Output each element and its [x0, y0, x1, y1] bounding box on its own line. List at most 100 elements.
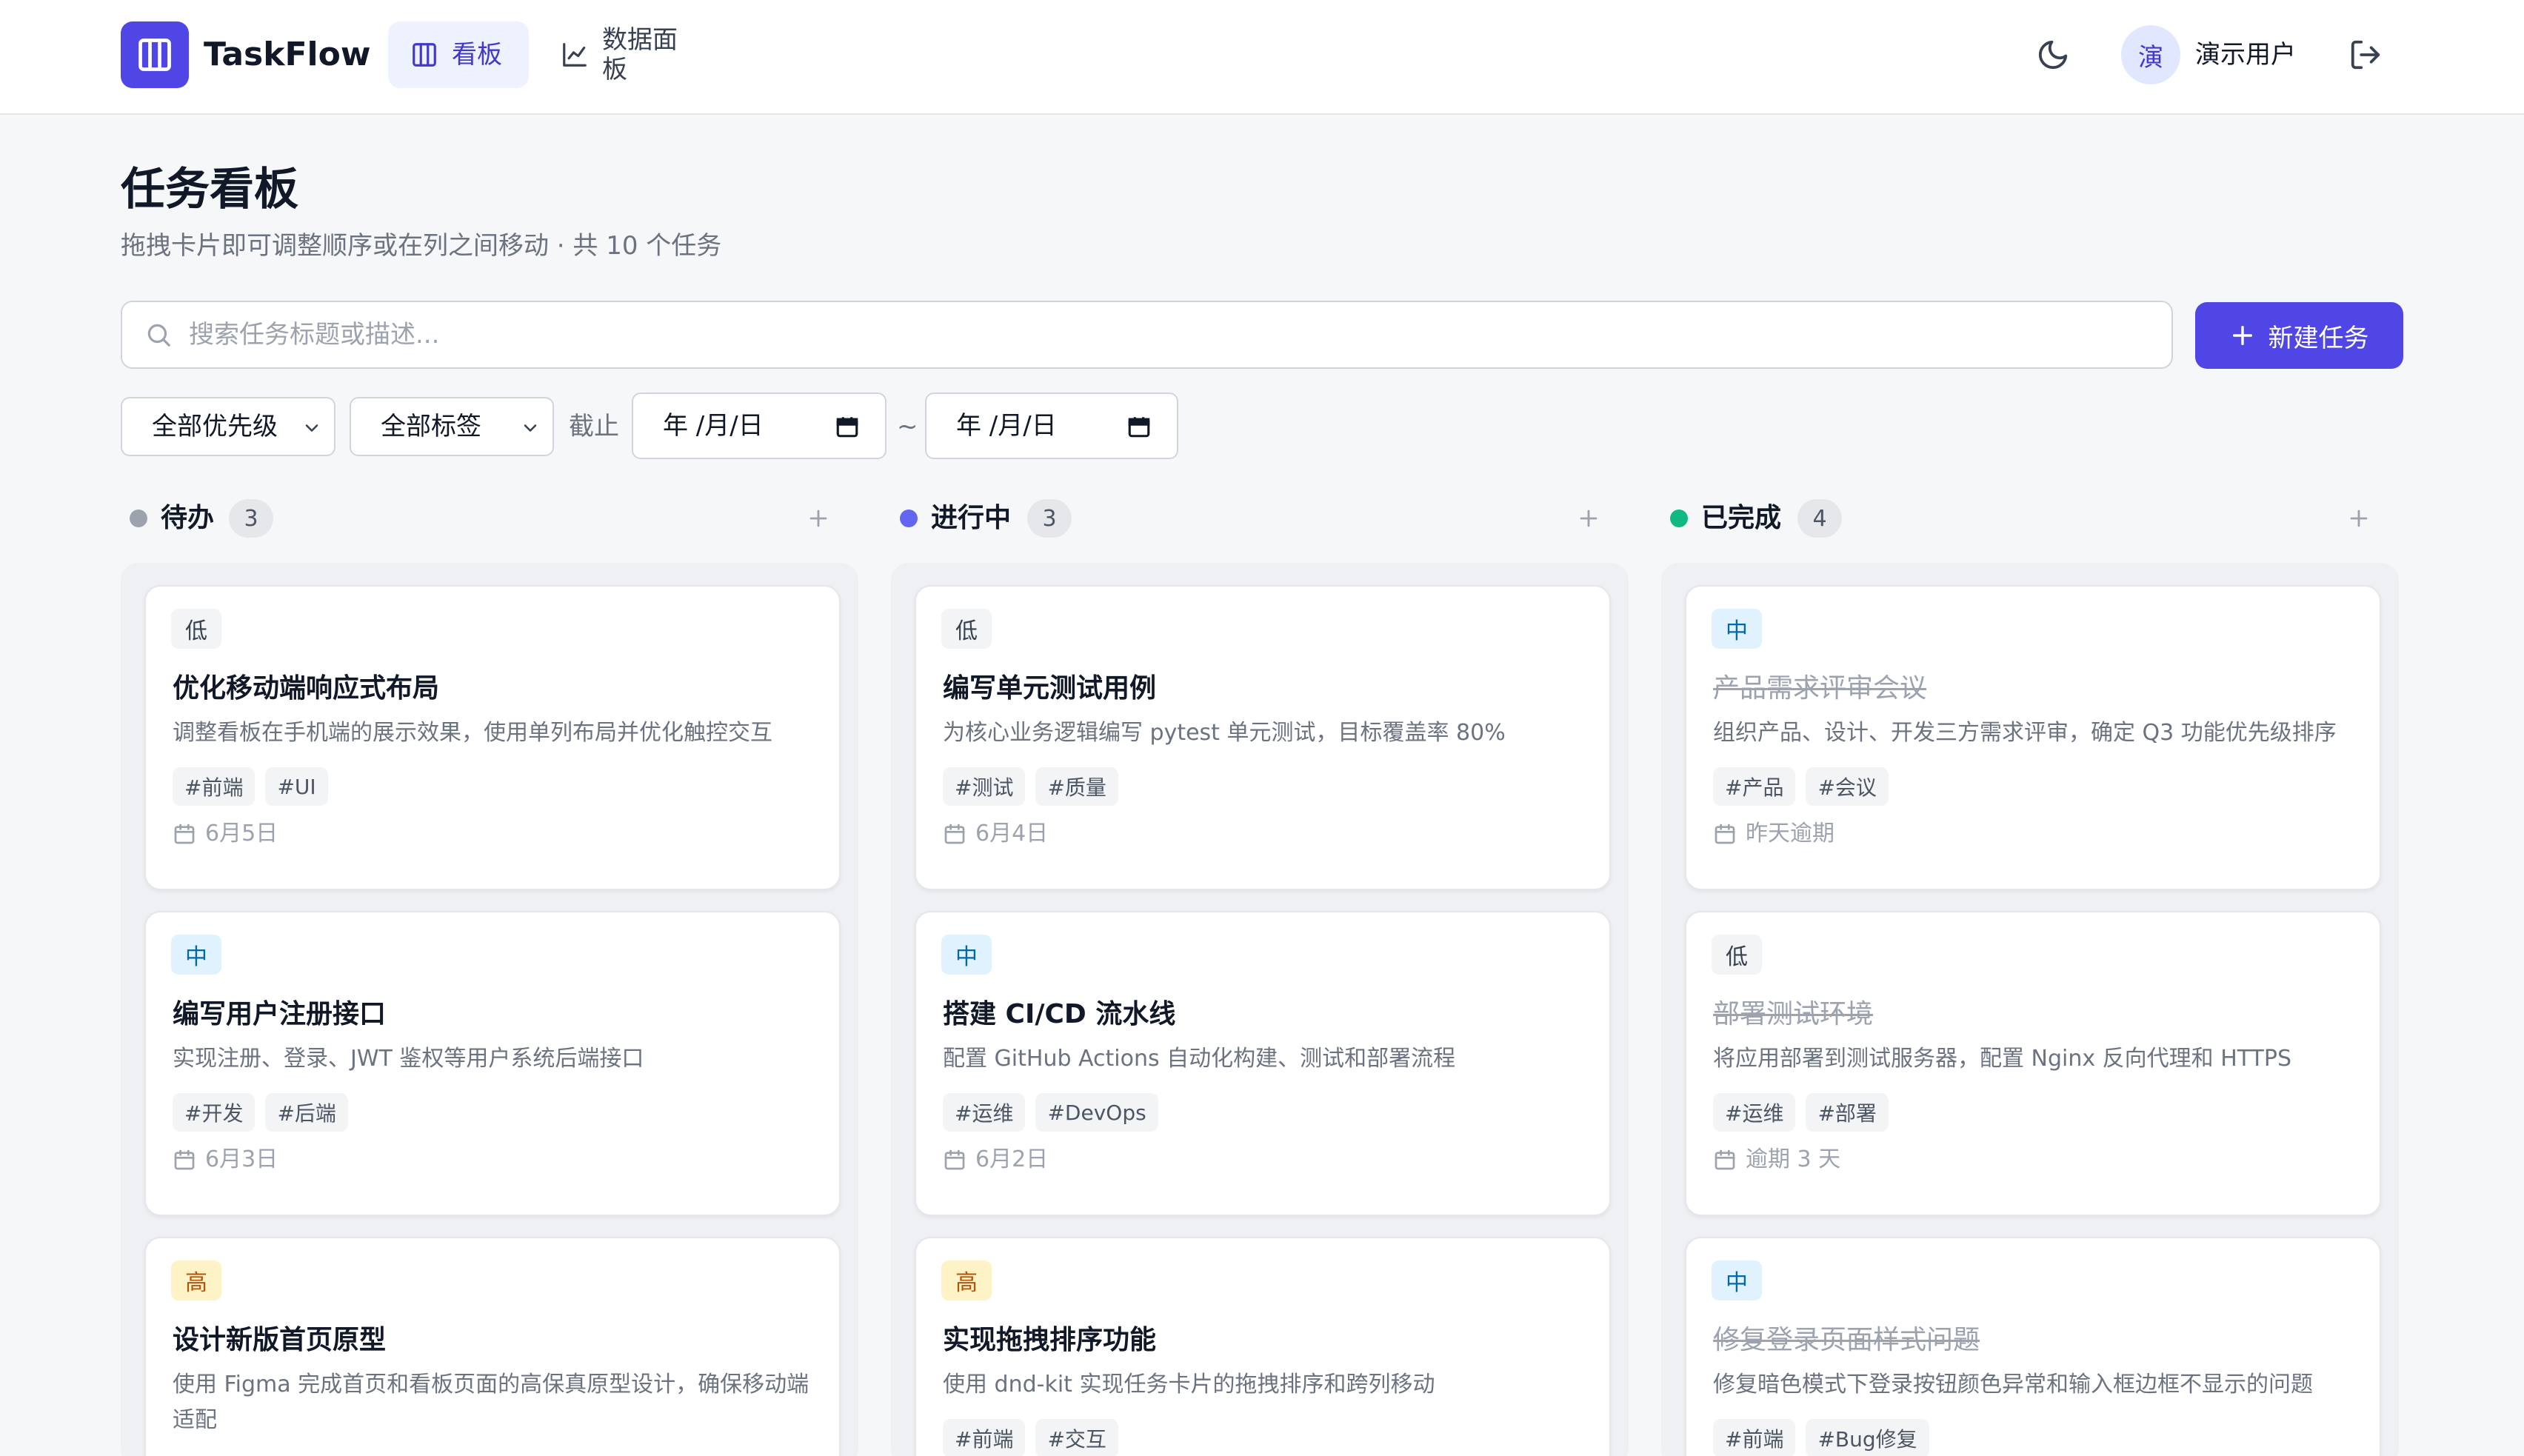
column-title: 进行中 [931, 503, 1012, 533]
moon-icon [2038, 40, 2068, 70]
task-card[interactable]: 高 实现拖拽排序功能 使用 dnd-kit 实现任务卡片的拖拽排序和跨列移动 #… [915, 1237, 1611, 1456]
nav-tab-dashboard[interactable]: 数据面板 [538, 21, 724, 88]
priority-badge: 高 [941, 1260, 992, 1300]
task-card[interactable]: 高 设计新版首页原型 使用 Figma 完成首页和看板页面的高保真原型设计，确保… [144, 1237, 841, 1456]
nav-tab-board[interactable]: 看板 [388, 21, 529, 88]
task-title: 编写用户注册接口 [173, 999, 387, 1029]
add-task-to-column-button[interactable] [798, 498, 839, 539]
avatar[interactable]: 演 [2121, 25, 2180, 84]
chevron-down-icon [305, 424, 318, 432]
date-range-separator: ~ [897, 412, 918, 441]
columns-icon [413, 43, 436, 67]
columns-icon [138, 39, 171, 71]
task-card[interactable]: 中 搭建 CI/CD 流水线 配置 GitHub Actions 自动化构建、测… [915, 911, 1611, 1216]
calendar-icon [1715, 1149, 1735, 1170]
tag-chip: #前端 [943, 1419, 1026, 1456]
new-task-label: 新建任务 [2268, 323, 2369, 353]
tag-filter-select[interactable]: 全部标签 [350, 397, 554, 456]
tag-list: #产品 #会议 [1713, 767, 1889, 806]
task-description: 修复暗色模式下登录按钮颜色异常和输入框边框不显示的问题 [1713, 1372, 2313, 1397]
nav-tab-label: 数据面板 [602, 25, 678, 84]
column-title: 待办 [161, 503, 215, 533]
brand-name: TaskFlow [204, 36, 371, 73]
due-date-text: 6月3日 [205, 1146, 278, 1172]
tag-chip: #产品 [1713, 767, 1796, 806]
column-count-badge: 3 [1027, 499, 1072, 538]
tag-list: #前端 #UI [173, 767, 328, 806]
calendar-icon [174, 1149, 195, 1170]
plus-icon [809, 510, 827, 527]
nav-tab-label: 看板 [452, 40, 502, 70]
priority-badge: 中 [941, 935, 992, 975]
tag-chip: #开发 [173, 1093, 256, 1132]
theme-toggle-button[interactable] [2031, 33, 2075, 77]
task-title: 部署测试环境 [1713, 999, 1874, 1029]
due-date: 昨天逾期 [1713, 819, 1834, 849]
priority-badge: 低 [941, 609, 992, 649]
add-task-to-column-button[interactable] [2338, 498, 2380, 539]
user-name[interactable]: 演示用户 [2195, 40, 2296, 70]
task-card[interactable]: 中 编写用户注册接口 实现注册、登录、JWT 鉴权等用户系统后端接口 #开发 #… [144, 911, 841, 1216]
task-description: 使用 Figma 完成首页和看板页面的高保真原型设计，确保移动端适配 [173, 1372, 809, 1433]
task-description: 配置 GitHub Actions 自动化构建、测试和部署流程 [943, 1046, 1456, 1072]
tag-chip: #质量 [1035, 767, 1118, 806]
tag-chip: #后端 [265, 1093, 348, 1132]
logout-button[interactable] [2343, 33, 2388, 77]
tag-list: #前端 #交互 [943, 1419, 1118, 1456]
tag-list: #开发 #后端 [173, 1093, 348, 1132]
tag-chip: #会议 [1806, 767, 1889, 806]
tag-chip: #UI [265, 767, 328, 806]
column-done: 中 产品需求评审会议 组织产品、设计、开发三方需求评审，确定 Q3 功能优先级排… [1661, 563, 2399, 1456]
tag-chip: #运维 [1713, 1093, 1796, 1132]
column-count-badge: 3 [229, 499, 273, 538]
new-task-button[interactable]: 新建任务 [2195, 302, 2403, 369]
deadline-to-input[interactable]: 年 /月/日 [925, 393, 1178, 459]
date-placeholder: 年 /月/日 [663, 411, 764, 441]
due-date: 6月3日 [173, 1145, 278, 1175]
line-chart-icon [563, 43, 587, 67]
due-date-text: 逾期 3 天 [1746, 1146, 1841, 1172]
priority-filter-value: 全部优先级 [152, 412, 278, 441]
tag-chip: #DevOps [1035, 1093, 1158, 1132]
task-description: 组织产品、设计、开发三方需求评审，确定 Q3 功能优先级排序 [1713, 720, 2337, 746]
column-title: 已完成 [1701, 503, 1782, 533]
task-card[interactable]: 低 优化移动端响应式布局 调整看板在手机端的展示效果，使用单列布局并优化触控交互… [144, 585, 841, 890]
priority-badge: 中 [1712, 1260, 1762, 1300]
tag-chip: #交互 [1035, 1419, 1118, 1456]
due-date: 6月2日 [943, 1145, 1048, 1175]
status-dot [130, 510, 147, 527]
tag-chip: #Bug修复 [1806, 1419, 1929, 1456]
search-input[interactable] [189, 320, 2114, 350]
calendar-icon[interactable] [1126, 414, 1152, 439]
due-date: 6月5日 [173, 819, 278, 849]
priority-filter-select[interactable]: 全部优先级 [121, 397, 335, 456]
due-date: 6月4日 [943, 819, 1048, 849]
top-nav-bar: TaskFlow 看板 数据面板 演 演示用户 [0, 0, 2524, 115]
task-card[interactable]: 低 编写单元测试用例 为核心业务逻辑编写 pytest 单元测试，目标覆盖率 8… [915, 585, 1611, 890]
tag-chip: #测试 [943, 767, 1026, 806]
search-box[interactable] [121, 301, 2173, 369]
priority-badge: 中 [1712, 609, 1762, 649]
task-card[interactable]: 低 部署测试环境 将应用部署到测试服务器，配置 Nginx 反向代理和 HTTP… [1685, 911, 2381, 1216]
tag-chip: #前端 [173, 767, 256, 806]
plus-icon [1580, 510, 1597, 527]
task-card[interactable]: 中 修复登录页面样式问题 修复暗色模式下登录按钮颜色异常和输入框边框不显示的问题… [1685, 1237, 2381, 1456]
deadline-from-input[interactable]: 年 /月/日 [632, 393, 887, 459]
column-header-todo: 待办 3 [121, 495, 847, 539]
tag-chip: #运维 [943, 1093, 1026, 1132]
task-title: 修复登录页面样式问题 [1713, 1325, 1980, 1355]
column-header-in-progress: 进行中 3 [891, 495, 1617, 539]
task-title: 产品需求评审会议 [1713, 673, 1927, 704]
calendar-icon [944, 1149, 965, 1170]
status-dot [1670, 510, 1688, 527]
tag-list: #前端 #Bug修复 [1713, 1419, 1929, 1456]
calendar-icon [944, 824, 965, 844]
add-task-to-column-button[interactable] [1568, 498, 1609, 539]
column-count-badge: 4 [1797, 499, 1842, 538]
tag-list: #测试 #质量 [943, 767, 1118, 806]
task-card[interactable]: 中 产品需求评审会议 组织产品、设计、开发三方需求评审，确定 Q3 功能优先级排… [1685, 585, 2381, 890]
app-logo[interactable] [121, 21, 189, 88]
date-placeholder: 年 /月/日 [956, 411, 1057, 441]
calendar-icon[interactable] [835, 414, 860, 439]
task-title: 编写单元测试用例 [943, 673, 1157, 704]
